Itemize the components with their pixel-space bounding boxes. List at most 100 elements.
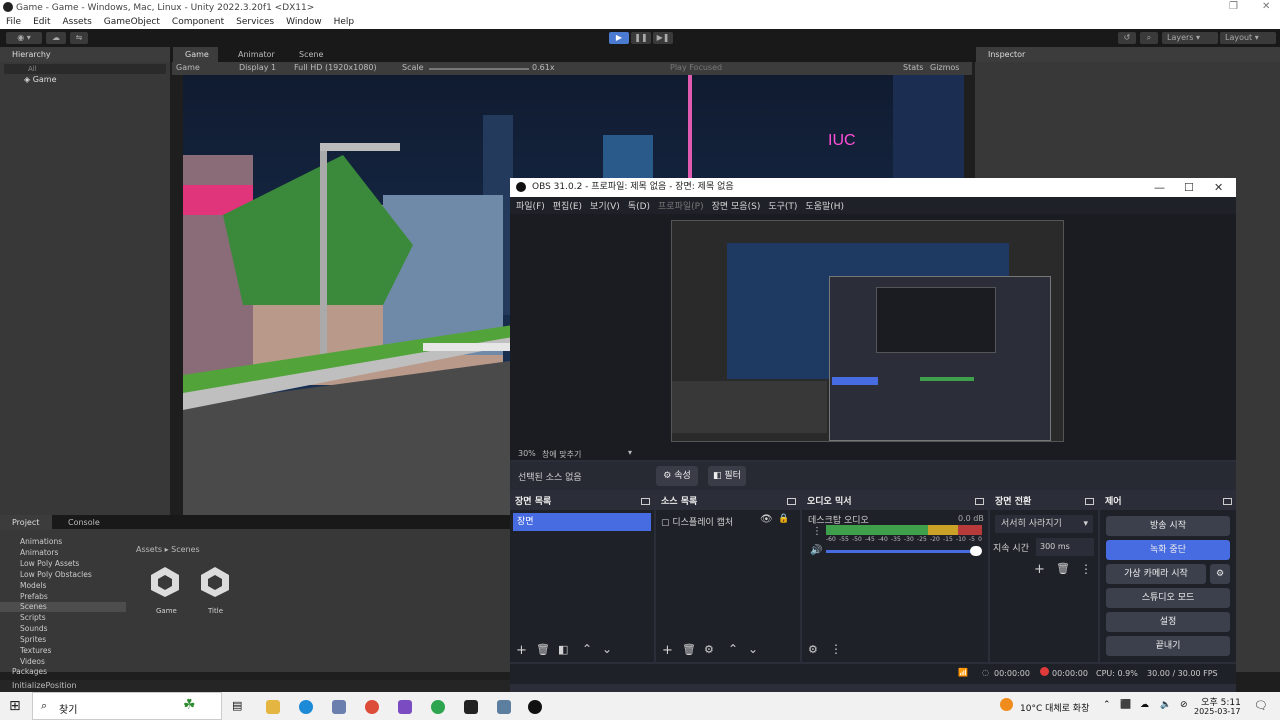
search-icon[interactable]: ⌕ xyxy=(1140,32,1158,44)
hierarchy-root-item[interactable]: ◈ Game xyxy=(24,75,57,84)
obs-preview-area[interactable] xyxy=(510,214,1236,450)
cloud-icon[interactable]: ☁ xyxy=(46,32,66,44)
gear-icon[interactable]: ⚙ xyxy=(808,643,818,656)
restore-icon[interactable]: ❐ xyxy=(1229,1,1238,12)
arrow-down-icon[interactable]: ⌄ xyxy=(748,642,758,656)
tab-project[interactable]: Project xyxy=(0,515,52,530)
tab-console[interactable]: Console xyxy=(56,515,116,530)
eye-icon[interactable]: 👁 xyxy=(760,514,773,525)
tray-expand-icon[interactable]: ⌃ xyxy=(1103,700,1111,710)
folder-item[interactable]: Sounds xyxy=(20,624,48,633)
source-list-item[interactable]: ▢ 디스플레이 캡처 xyxy=(661,515,733,528)
speaker-icon[interactable]: 🔈 xyxy=(1160,700,1171,710)
folder-item[interactable]: Scripts xyxy=(20,613,46,622)
tray-icon[interactable]: ⬛ xyxy=(1120,700,1131,710)
gizmos-button[interactable]: Gizmos xyxy=(930,63,959,72)
breadcrumb-assets[interactable]: Assets xyxy=(136,545,162,554)
tab-animator[interactable]: Animator xyxy=(226,47,284,62)
close-icon[interactable]: ✕ xyxy=(1214,178,1223,197)
menu-help[interactable]: Help xyxy=(334,17,355,27)
tab-hierarchy[interactable]: Hierarchy xyxy=(0,47,170,62)
obs-icon[interactable] xyxy=(528,700,542,714)
minimize-icon[interactable]: — xyxy=(1154,178,1165,197)
zoom-mode-dropdown[interactable]: 창에 맞추기 xyxy=(542,449,581,460)
windows-start-icon[interactable]: ⊞ xyxy=(9,698,21,714)
menu-gameobject[interactable]: GameObject xyxy=(104,17,160,27)
task-view-icon[interactable]: ▤ xyxy=(232,699,242,712)
chrome-icon[interactable] xyxy=(365,700,379,714)
pause-button[interactable]: ❚❚ xyxy=(631,32,651,44)
add-icon[interactable]: + xyxy=(516,643,527,658)
gear-icon[interactable]: ⚙ xyxy=(704,643,714,656)
menu-component[interactable]: Component xyxy=(172,17,224,27)
weather-text[interactable]: 10°C 대체로 화창 xyxy=(1020,701,1089,714)
folder-item[interactable]: Animations xyxy=(20,537,62,546)
undock-icon[interactable] xyxy=(787,498,796,505)
menu-window[interactable]: Window xyxy=(286,17,322,27)
arrow-down-icon[interactable]: ⌄ xyxy=(602,642,612,656)
account-button[interactable]: ◉ ▾ xyxy=(6,32,42,44)
menu-edit[interactable]: 편집(E) xyxy=(553,199,582,212)
menu-tools[interactable]: 도구(T) xyxy=(768,199,797,212)
breadcrumb-scenes[interactable]: Scenes xyxy=(171,545,200,554)
scene-list-item[interactable]: 장면 xyxy=(513,513,651,531)
scale-slider[interactable] xyxy=(429,68,529,70)
tab-game[interactable]: Game xyxy=(173,47,218,62)
start-streaming-button[interactable]: 방송 시작 xyxy=(1106,516,1230,536)
scene-asset-icon[interactable] xyxy=(198,565,232,599)
visual-studio-icon[interactable] xyxy=(398,700,412,714)
add-icon[interactable]: + xyxy=(1034,562,1045,577)
folder-item[interactable]: Textures xyxy=(20,646,51,655)
close-icon[interactable]: ✕ xyxy=(1262,1,1270,12)
chevron-down-icon[interactable]: ▾ xyxy=(628,448,632,457)
maximize-icon[interactable]: ☐ xyxy=(1184,178,1194,197)
trash-icon[interactable]: 🗑 xyxy=(1056,562,1070,575)
game-mode-dropdown[interactable]: Game xyxy=(176,63,200,72)
collab-icon[interactable]: ⇋ xyxy=(70,32,88,44)
unity-icon[interactable] xyxy=(464,700,478,714)
speaker-icon[interactable]: 🔊 xyxy=(810,545,822,556)
taskbar-search-box[interactable]: ⌕ 찾기 ☘ xyxy=(32,692,222,720)
kebab-menu-icon[interactable]: ⋮ xyxy=(812,526,822,537)
folder-item-selected[interactable]: Scenes xyxy=(0,602,126,612)
filter-icon[interactable]: ◧ xyxy=(558,643,568,656)
app-icon[interactable] xyxy=(332,700,346,714)
layout-dropdown[interactable]: Layout ▾ xyxy=(1220,32,1276,44)
menu-docks[interactable]: 독(D) xyxy=(628,199,650,212)
hierarchy-search-input[interactable]: All xyxy=(4,64,166,74)
undock-icon[interactable] xyxy=(641,498,650,505)
menu-services[interactable]: Services xyxy=(236,17,274,27)
stats-button[interactable]: Stats xyxy=(903,63,923,72)
volume-slider-handle[interactable] xyxy=(970,546,982,556)
studio-mode-button[interactable]: 스튜디오 모드 xyxy=(1106,588,1230,608)
transition-type-select[interactable]: 서서히 사라지기 ▾ xyxy=(995,515,1093,533)
trash-icon[interactable]: 🗑 xyxy=(536,643,550,656)
edge-icon[interactable] xyxy=(299,700,313,714)
notification-icon[interactable]: 🗨 xyxy=(1254,699,1268,712)
settings-button[interactable]: 설정 xyxy=(1106,612,1230,632)
folder-item[interactable]: Models xyxy=(20,581,46,590)
undock-icon[interactable] xyxy=(1223,498,1232,505)
menu-help[interactable]: 도움말(H) xyxy=(805,199,844,212)
tab-scene[interactable]: Scene xyxy=(287,47,337,62)
properties-button[interactable]: ⚙ 속성 xyxy=(656,466,698,486)
folder-item[interactable]: Videos xyxy=(20,657,45,666)
menu-assets[interactable]: Assets xyxy=(63,17,92,27)
start-virtual-camera-button[interactable]: 가상 카메라 시작 xyxy=(1106,564,1206,584)
packages-item[interactable]: Packages xyxy=(12,667,47,676)
display-dropdown[interactable]: Display 1 xyxy=(239,63,276,72)
scene-asset-icon[interactable] xyxy=(148,565,182,599)
onedrive-icon[interactable]: ☁ xyxy=(1140,700,1149,710)
history-icon[interactable]: ↺ xyxy=(1118,32,1136,44)
lock-icon[interactable]: 🔒 xyxy=(778,514,789,524)
kebab-menu-icon[interactable]: ⋮ xyxy=(1080,562,1092,576)
filters-button[interactable]: ◧ 필터 xyxy=(708,466,746,486)
volume-slider[interactable] xyxy=(826,550,976,553)
add-icon[interactable]: + xyxy=(662,643,673,658)
network-icon[interactable]: ⊘ xyxy=(1180,700,1188,710)
layers-dropdown[interactable]: Layers ▾ xyxy=(1162,32,1218,44)
play-focused-dropdown[interactable]: Play Focused xyxy=(670,63,722,72)
trash-icon[interactable]: 🗑 xyxy=(682,643,696,656)
menu-edit[interactable]: Edit xyxy=(33,17,50,27)
step-button[interactable]: ▶❚ xyxy=(653,32,673,44)
